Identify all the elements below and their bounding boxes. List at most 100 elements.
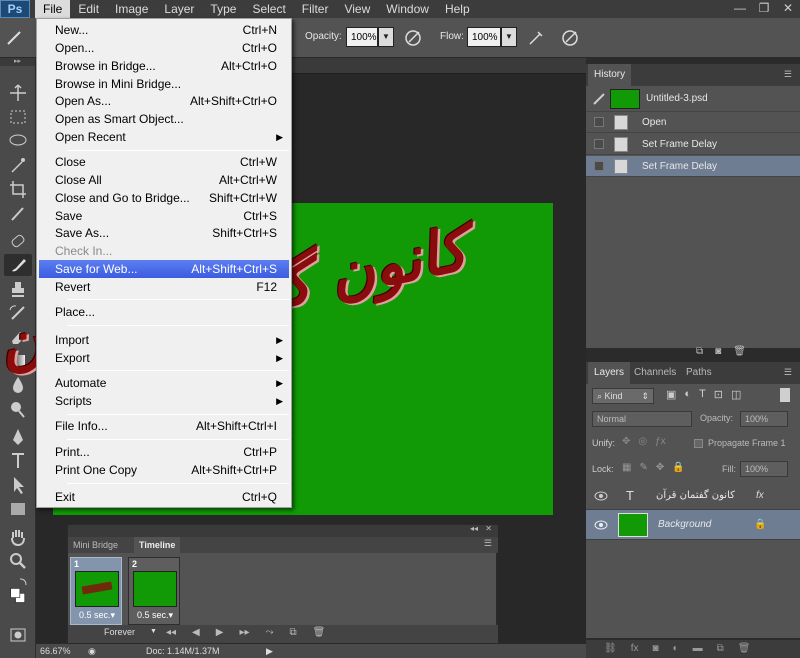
close-icon[interactable]: ✕ xyxy=(776,0,800,17)
menu-view[interactable]: View xyxy=(336,0,378,18)
airbrush-icon[interactable] xyxy=(526,28,546,48)
menu-item-place[interactable]: Place... xyxy=(39,303,289,321)
play-icon[interactable]: ▶ xyxy=(216,627,224,638)
visibility-eye-icon[interactable] xyxy=(594,490,608,502)
menu-item-browse-in-bridge[interactable]: Browse in Bridge... Alt+Ctrl+O xyxy=(39,57,289,75)
shape-filter-icon[interactable]: ⊡ xyxy=(714,388,723,401)
history-step[interactable]: Set Frame Delay xyxy=(586,134,800,155)
flow-dropdown[interactable]: ▼ xyxy=(501,27,517,47)
animation-frame[interactable]: 2 0.5 sec.▾ xyxy=(128,557,180,625)
lasso-tool-icon[interactable] xyxy=(4,130,32,152)
marquee-tool-icon[interactable] xyxy=(4,106,32,128)
menu-item-close[interactable]: Close Ctrl+W xyxy=(39,153,289,171)
smart-object-filter-icon[interactable]: ◫ xyxy=(731,388,741,401)
loop-dropdown[interactable]: Forever xyxy=(104,627,135,637)
dodge-tool-icon[interactable] xyxy=(4,398,32,420)
opacity-dropdown[interactable]: ▼ xyxy=(378,27,394,47)
menu-type[interactable]: Type xyxy=(202,0,244,18)
frame-delay-dropdown[interactable]: 0.5 sec.▾ xyxy=(129,610,181,621)
menu-item-open-recent[interactable]: Open Recent ▶ xyxy=(39,128,289,146)
menu-item-save-for-web[interactable]: Save for Web... Alt+Shift+Ctrl+S xyxy=(39,260,289,278)
menu-item-automate[interactable]: Automate ▶ xyxy=(39,374,289,392)
history-step-checkbox[interactable] xyxy=(594,117,604,127)
adjustment-layer-icon[interactable]: ◐ xyxy=(673,640,679,658)
lock-transparency-icon[interactable]: ▦ xyxy=(622,462,631,473)
layer-row-type[interactable]: T کانون گفتمان قرآن fx xyxy=(586,482,800,510)
swap-colors-icon[interactable] xyxy=(4,572,32,586)
quick-mask-icon[interactable] xyxy=(4,624,32,646)
lock-position-icon[interactable]: ✥ xyxy=(656,462,664,473)
lock-pixels-icon[interactable]: ✎ xyxy=(639,462,647,473)
menu-filter[interactable]: Filter xyxy=(294,0,337,18)
history-step[interactable]: Open xyxy=(586,112,800,133)
menu-item-revert[interactable]: Revert F12 xyxy=(39,278,289,296)
menu-select[interactable]: Select xyxy=(244,0,293,18)
delete-layer-icon[interactable]: 🗑 xyxy=(738,640,751,658)
menu-file[interactable]: File xyxy=(35,0,71,18)
opacity-field[interactable]: 100% xyxy=(346,27,378,47)
status-menu-arrow-icon[interactable]: ▶ xyxy=(266,644,273,658)
healing-brush-tool-icon[interactable] xyxy=(4,230,32,252)
menu-item-close-and-go-to-bridge[interactable]: Close and Go to Bridge... Shift+Ctrl+W xyxy=(39,189,289,207)
menu-item-new[interactable]: New... Ctrl+N xyxy=(39,21,289,39)
menu-item-close-all[interactable]: Close All Alt+Ctrl+W xyxy=(39,171,289,189)
panel-menu-icon[interactable]: ☰ xyxy=(784,69,792,80)
status-info-icon[interactable]: ◉ xyxy=(88,644,96,658)
delete-frame-icon[interactable]: 🗑 xyxy=(313,627,326,638)
previous-frame-icon[interactable]: ◀ xyxy=(192,627,200,638)
new-layer-icon[interactable]: ⧉ xyxy=(717,640,724,658)
menu-item-export[interactable]: Export ▶ xyxy=(39,349,289,367)
tab-channels[interactable]: Channels xyxy=(628,362,682,384)
lock-all-icon[interactable]: 🔒 xyxy=(672,462,684,473)
hand-tool-icon[interactable] xyxy=(4,526,32,548)
toolbox-grip[interactable]: ▸▸ xyxy=(0,58,35,66)
minimize-icon[interactable]: — xyxy=(728,0,752,17)
fx-icon[interactable]: fx xyxy=(756,482,764,510)
duplicate-frame-icon[interactable]: ⧉ xyxy=(290,627,297,638)
layer-row-background[interactable]: Background 🔒 xyxy=(586,510,800,540)
new-group-icon[interactable]: ▬ xyxy=(693,640,703,658)
menu-item-save[interactable]: Save Ctrl+S xyxy=(39,207,289,225)
pixel-filter-icon[interactable]: ▣ xyxy=(666,388,676,401)
move-tool-icon[interactable] xyxy=(4,82,32,104)
menu-item-save-as[interactable]: Save As... Shift+Ctrl+S xyxy=(39,224,289,242)
unify-style-icon[interactable]: ƒx xyxy=(655,436,666,447)
menu-edit[interactable]: Edit xyxy=(70,0,107,18)
menu-window[interactable]: Window xyxy=(378,0,437,18)
visibility-eye-icon[interactable] xyxy=(594,519,608,531)
fill-field[interactable]: 100% xyxy=(740,461,788,477)
type-filter-icon[interactable]: T xyxy=(699,388,706,401)
history-snapshot-row[interactable]: Untitled-3.psd xyxy=(586,86,800,112)
brush-tool-icon[interactable] xyxy=(4,254,32,276)
animation-frame[interactable]: 1 0.5 sec.▾ xyxy=(70,557,122,625)
loop-dropdown-arrow-icon[interactable]: ▼ xyxy=(150,628,157,635)
crop-tool-icon[interactable] xyxy=(4,178,32,200)
frame-delay-dropdown[interactable]: 0.5 sec.▾ xyxy=(71,610,123,621)
menu-item-exit[interactable]: Exit Ctrl+Q xyxy=(39,488,289,506)
menu-item-file-info[interactable]: File Info... Alt+Shift+Ctrl+I xyxy=(39,417,289,435)
pressure-size-icon[interactable] xyxy=(560,28,580,48)
layer-mask-icon[interactable]: ◙ xyxy=(652,640,658,658)
menu-item-browse-in-mini-bridge[interactable]: Browse in Mini Bridge... xyxy=(39,75,289,93)
next-frame-icon[interactable]: ▸▸ xyxy=(239,627,249,638)
blend-mode-dropdown[interactable]: Normal xyxy=(592,411,692,427)
menu-item-import[interactable]: Import ▶ xyxy=(39,331,289,349)
rectangle-tool-icon[interactable] xyxy=(4,498,32,520)
layer-style-icon[interactable]: fx xyxy=(631,640,639,658)
history-step-checkbox[interactable] xyxy=(594,161,604,171)
delete-state-icon[interactable]: 🗑 xyxy=(733,346,746,357)
color-swatches[interactable] xyxy=(4,586,32,622)
tween-icon[interactable]: ⤳ xyxy=(266,627,274,638)
restore-icon[interactable]: ❐ xyxy=(752,0,776,17)
path-selection-tool-icon[interactable] xyxy=(4,474,32,496)
tab-timeline[interactable]: Timeline xyxy=(134,537,181,553)
menu-item-open[interactable]: Open... Ctrl+O xyxy=(39,39,289,57)
adjustment-filter-icon[interactable]: ◐ xyxy=(684,388,691,401)
tab-paths[interactable]: Paths xyxy=(680,362,718,384)
timeline-menu-icon[interactable]: ☰ xyxy=(484,538,492,549)
unify-visibility-icon[interactable]: ◎ xyxy=(638,436,647,447)
type-tool-icon[interactable] xyxy=(4,450,32,472)
tab-mini-bridge[interactable]: Mini Bridge xyxy=(68,537,123,553)
menu-help[interactable]: Help xyxy=(437,0,478,18)
layers-panel-menu-icon[interactable]: ☰ xyxy=(784,367,792,378)
